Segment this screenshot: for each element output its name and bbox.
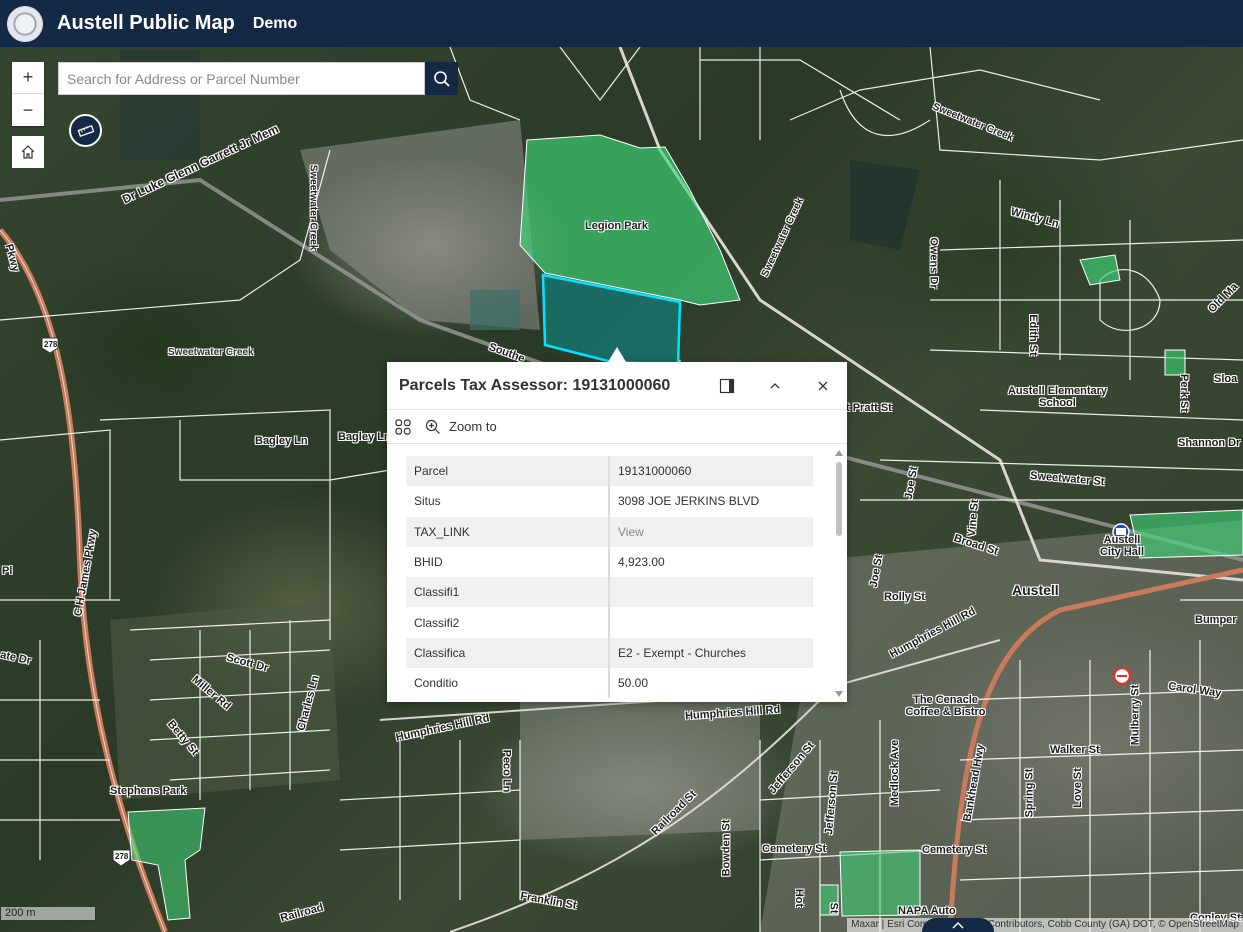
label-medlock-ave: Medlock Ave bbox=[889, 739, 902, 807]
dock-icon bbox=[719, 378, 735, 393]
ruler-icon bbox=[77, 124, 94, 137]
table-row: Situs 3098 JOE JERKINS BLVD bbox=[406, 486, 813, 517]
zoom-out-button[interactable]: − bbox=[12, 94, 44, 126]
attribute-key: Parcel bbox=[406, 456, 610, 487]
label-mulberry-st: Mulberry St bbox=[1129, 684, 1142, 746]
map-attribution[interactable]: Maxar | Esri Community Maps Contributors… bbox=[847, 918, 1243, 932]
label-edith-st: Edith St bbox=[1026, 314, 1039, 356]
table-row: Classifi2 bbox=[406, 607, 813, 638]
search-icon bbox=[433, 70, 450, 87]
table-row: BHID 4,923.00 bbox=[406, 546, 813, 578]
table-row: Classifi1 bbox=[406, 577, 813, 608]
search-bar bbox=[58, 62, 458, 95]
table-row: Classifica E2 - Exempt - Churches bbox=[406, 637, 813, 669]
attribute-key: Classifi2 bbox=[406, 607, 610, 638]
label-the-cenacle: The Cenacle Coffee & Bistro bbox=[905, 694, 986, 718]
label-legion-park: Legion Park bbox=[585, 220, 648, 232]
attribute-value: 19131000060 bbox=[609, 456, 813, 487]
chevron-up-icon bbox=[770, 382, 780, 388]
label-sloa: Sloa bbox=[1214, 373, 1238, 385]
label-shannon-dr: Shannon Dr bbox=[1178, 437, 1241, 449]
label-bagley-ln: Bagley Ln bbox=[255, 435, 308, 447]
features-grid-icon bbox=[395, 418, 411, 435]
feature-popup: Parcels Tax Assessor: 19131000060 Zoom t… bbox=[387, 362, 847, 702]
actions-menu-button[interactable] bbox=[387, 410, 419, 444]
label-austell-elementary-school: Austell Elementary School bbox=[1007, 385, 1108, 409]
attribute-value bbox=[609, 577, 813, 608]
table-row: Conditio 50.00 bbox=[406, 668, 813, 699]
app-subtitle: Demo bbox=[252, 14, 298, 32]
measure-button[interactable] bbox=[69, 114, 102, 147]
label-bowden-st: Bowden St bbox=[720, 819, 733, 877]
popup-pointer bbox=[608, 347, 626, 362]
search-button[interactable] bbox=[425, 62, 458, 95]
attribute-key: BHID bbox=[406, 546, 610, 578]
attribute-key: TAX_LINK bbox=[406, 516, 610, 547]
tax-link[interactable]: View bbox=[609, 516, 813, 547]
zoom-control: + − bbox=[12, 62, 44, 126]
label-rolly-st: Rolly St bbox=[884, 591, 925, 603]
home-icon bbox=[21, 145, 35, 159]
label-austell: Austell bbox=[1012, 582, 1059, 598]
label-sweetwater-creek: Sweetwater Creek bbox=[168, 347, 254, 358]
scale-bar: 200 m bbox=[0, 907, 96, 921]
label-pratt-st: t Pratt St bbox=[846, 402, 892, 414]
expand-panel-button[interactable] bbox=[922, 918, 994, 932]
attribute-value bbox=[609, 607, 813, 637]
popup-actions: Zoom to bbox=[387, 410, 847, 444]
label-stephens-park: Stephens Park bbox=[110, 785, 187, 797]
attribute-value: 50.00 bbox=[618, 676, 649, 691]
scroll-up-arrow[interactable] bbox=[835, 450, 843, 456]
zoom-to-button[interactable]: Zoom to bbox=[425, 419, 497, 435]
label-owens-dr: Owens Dr bbox=[927, 237, 940, 289]
label-walker-st: Walker St bbox=[1050, 744, 1100, 756]
label-pl: Pl bbox=[2, 565, 13, 577]
label-bagley-ln: Bagley Ln bbox=[338, 431, 391, 443]
label-napa-auto: NAPA Auto bbox=[898, 905, 956, 917]
app-header: Austell Public Map Demo bbox=[0, 0, 1243, 47]
label-love-st: Love St bbox=[1071, 768, 1084, 808]
attribute-key: Classifica bbox=[406, 637, 610, 669]
label-st: St bbox=[827, 902, 840, 914]
popup-body[interactable]: Parcel 19131000060 Situs 3098 JOE JERKIN… bbox=[387, 445, 847, 702]
home-button[interactable] bbox=[12, 136, 44, 168]
table-row: Parcel 19131000060 bbox=[406, 456, 813, 487]
label-cemetery-st: Cemetery St bbox=[762, 843, 827, 855]
attribute-key: Situs bbox=[406, 486, 610, 517]
attribute-value: 4,923.00 bbox=[618, 555, 665, 570]
table-row: TAX_LINK View bbox=[406, 516, 813, 547]
collapse-button[interactable] bbox=[751, 362, 799, 410]
zoom-in-button[interactable]: + bbox=[12, 62, 44, 94]
scroll-down-arrow[interactable] bbox=[835, 691, 843, 697]
scrollbar-thumb[interactable] bbox=[836, 462, 842, 536]
popup-header: Parcels Tax Assessor: 19131000060 bbox=[387, 362, 847, 410]
dock-button[interactable] bbox=[703, 362, 751, 410]
route-278-label: 278 bbox=[115, 852, 129, 861]
label-sweetwater-creek: Sweetwater Creek bbox=[307, 164, 319, 251]
attribute-value: 3098 JOE JERKINS BLVD bbox=[618, 494, 760, 509]
zoom-to-label: Zoom to bbox=[449, 419, 497, 434]
app-title: Austell Public Map bbox=[57, 12, 235, 34]
city-seal-icon bbox=[7, 5, 43, 42]
chevron-up-icon bbox=[952, 921, 964, 929]
restaurant-marker-icon[interactable] bbox=[1112, 666, 1132, 686]
label-peco-ln: Peco Ln bbox=[500, 749, 513, 793]
route-278-label: 278 bbox=[44, 340, 58, 349]
attributes-table: Parcel 19131000060 Situs 3098 JOE JERKIN… bbox=[406, 456, 813, 699]
label-bumper: Bumper bbox=[1195, 614, 1237, 626]
search-input[interactable] bbox=[58, 62, 425, 95]
popup-title: Parcels Tax Assessor: 19131000060 bbox=[399, 376, 671, 394]
attribute-key: Classifi1 bbox=[406, 577, 610, 608]
label-perk-st: Perk St bbox=[1177, 374, 1190, 412]
label-hot: Hot bbox=[793, 888, 806, 908]
close-icon bbox=[818, 381, 828, 390]
attribute-value: E2 - Exempt - Churches bbox=[609, 637, 813, 669]
label-austell-city-hall: Austell City Hall bbox=[1099, 534, 1144, 558]
label-spring-st: Spring St bbox=[1023, 768, 1036, 818]
label-cemetery-st: Cemetery St bbox=[922, 844, 987, 856]
attribute-key: Conditio bbox=[406, 668, 610, 699]
close-button[interactable] bbox=[799, 362, 847, 410]
zoom-in-icon bbox=[425, 419, 440, 434]
